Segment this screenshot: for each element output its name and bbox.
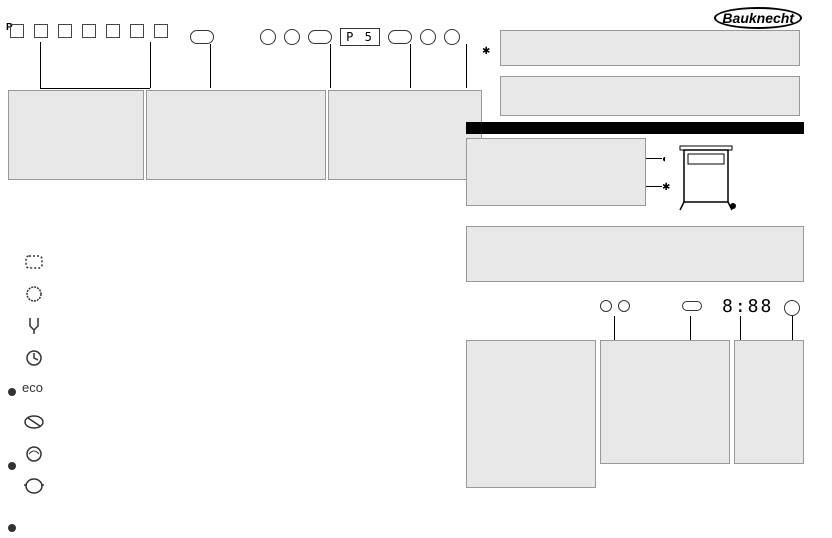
brand-logo: Bauknecht bbox=[714, 10, 802, 26]
connector-line bbox=[646, 186, 662, 187]
pot-icon bbox=[22, 476, 46, 496]
program-icon-list: eco bbox=[22, 252, 46, 496]
title-box-1 bbox=[500, 30, 800, 66]
panel-replica bbox=[600, 300, 702, 312]
program-selector-icons bbox=[10, 24, 168, 38]
indicator-box bbox=[466, 138, 646, 206]
connector-line bbox=[614, 316, 615, 340]
control-panel-center: P 5 bbox=[190, 28, 460, 46]
connector-line bbox=[410, 44, 411, 88]
bullet-dot bbox=[8, 388, 16, 396]
quick-icon bbox=[22, 348, 46, 368]
info-box-right-1 bbox=[466, 226, 804, 282]
info-box-bottom-2 bbox=[600, 340, 730, 464]
connector-line bbox=[330, 44, 331, 88]
connector-line bbox=[646, 158, 662, 159]
rinse-aid-icon: ✱ bbox=[482, 46, 490, 57]
sensor-icon bbox=[22, 252, 46, 272]
option-button-4[interactable] bbox=[308, 30, 332, 44]
bullet-dot bbox=[8, 524, 16, 532]
info-box-3 bbox=[328, 90, 482, 180]
connector-line bbox=[792, 316, 793, 340]
prog-icon-3 bbox=[58, 24, 72, 38]
connector-line bbox=[40, 42, 41, 88]
option-button-1[interactable] bbox=[190, 30, 214, 44]
connector-line bbox=[40, 88, 150, 89]
eco-icon: eco bbox=[22, 380, 46, 400]
info-box-bottom-3 bbox=[734, 340, 804, 464]
info-box-2 bbox=[146, 90, 326, 180]
connector-line bbox=[740, 316, 741, 340]
section-divider bbox=[466, 122, 804, 134]
glass-icon bbox=[22, 316, 46, 336]
rinse-indicator-icon: ✱ bbox=[662, 182, 670, 193]
segment-display-bottom: 8:88 bbox=[722, 296, 773, 317]
brand-text: Bauknecht bbox=[714, 7, 802, 29]
prog-icon-1 bbox=[10, 24, 24, 38]
small-button-1 bbox=[600, 300, 612, 312]
salt-indicator-icon: ◐ bbox=[662, 154, 668, 165]
delay-button[interactable] bbox=[388, 30, 412, 44]
prog-icon-2 bbox=[34, 24, 48, 38]
prog-icon-6 bbox=[130, 24, 144, 38]
connector-line bbox=[466, 44, 467, 88]
prog-icon-5 bbox=[106, 24, 120, 38]
option-button-2[interactable] bbox=[260, 29, 276, 45]
small-pill bbox=[682, 301, 702, 311]
info-box-bottom-1 bbox=[466, 340, 596, 488]
connector-line bbox=[690, 316, 691, 340]
title-box-2 bbox=[500, 76, 800, 116]
prewash-icon bbox=[22, 444, 46, 464]
intensive-icon bbox=[22, 284, 46, 304]
prog-icon-4 bbox=[82, 24, 96, 38]
cancel-button[interactable] bbox=[444, 29, 460, 45]
bullet-dot bbox=[8, 462, 16, 470]
info-box-1 bbox=[8, 90, 144, 180]
connector-line bbox=[150, 42, 151, 88]
connector-line bbox=[210, 44, 211, 88]
start-button-replica bbox=[784, 300, 800, 316]
prog-icon-7 bbox=[154, 24, 168, 38]
start-button[interactable] bbox=[420, 29, 436, 45]
dishwasher-illustration bbox=[678, 144, 738, 212]
small-button-2 bbox=[618, 300, 630, 312]
normal-icon bbox=[22, 412, 46, 432]
option-button-3[interactable] bbox=[284, 29, 300, 45]
segment-display-top: P 5 bbox=[340, 28, 380, 46]
